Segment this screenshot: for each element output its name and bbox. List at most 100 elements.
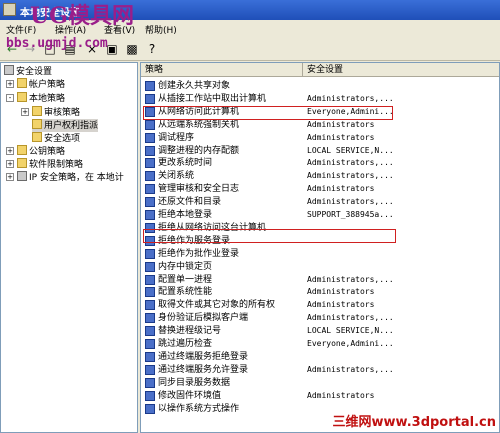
menu-file[interactable]: 文件(F) [6,23,36,36]
policy-setting: Administrators [307,119,375,129]
policy-icon [145,364,155,375]
table-row[interactable]: 内存中锁定页 [141,261,499,273]
table-row[interactable]: 调整进程的内存配额 LOCAL SERVICE,N... [141,145,499,157]
help-icon[interactable]: ? [144,41,160,57]
policy-setting: SUPPORT_388945a... [307,210,394,219]
menu-bar: 文件(F) 操作(A) 查看(V) 帮助(H) [0,20,500,37]
policy-name: 管理审核和安全日志 [158,184,240,195]
table-row[interactable]: 同步目录服务数据 [141,377,499,389]
policy-icon [145,287,155,298]
table-row[interactable]: 创建永久共享对象 [141,80,499,92]
table-row[interactable]: 配置单一进程 Administrators,... [141,274,499,286]
policy-setting: Administrators,... [307,313,394,323]
table-row[interactable]: 从插接工作站中取出计算机 Administrators,... [141,93,499,105]
tree-item-local-policies[interactable]: 本地策略 [17,92,65,105]
policy-icon [145,313,155,324]
export-icon[interactable]: ▩ [124,41,140,57]
table-row[interactable]: 拒绝作为批作业登录 [141,248,499,260]
table-row[interactable]: 管理审核和安全日志 Administrators [141,183,499,195]
table-row[interactable]: 关闭系统 Administrators,... [141,170,499,182]
policy-icon [145,403,155,414]
expand-icon[interactable]: + [6,147,14,155]
menu-view[interactable]: 查看(V) [104,23,135,36]
table-row[interactable]: 调试程序 Administrators [141,132,499,144]
policy-icon [145,171,155,182]
policy-name: 创建永久共享对象 [158,81,231,91]
tree-item-audit-policy[interactable]: 审核策略 [32,106,80,119]
expand-icon[interactable]: + [6,160,14,168]
policy-setting: Administrators [307,287,375,297]
table-row[interactable]: 取得文件或其它对象的所有权 Administrators [141,299,499,311]
tree-item-public-key[interactable]: 公钥策略 [17,145,65,158]
table-row[interactable]: 替换进程级记号 LOCAL SERVICE,N... [141,325,499,337]
table-row[interactable]: 更改系统时间 Administrators,... [141,157,499,169]
folder-icon [32,132,42,142]
expand-icon[interactable]: + [6,173,14,181]
column-header-policy[interactable]: 策略 [141,63,303,77]
tree-root[interactable]: 安全设置 [4,65,52,78]
tree-item-ip-security[interactable]: IP 安全策略，在 本地计 [17,171,124,184]
security-settings-icon [4,65,14,75]
policy-setting: Administrators,... [307,171,394,181]
expand-icon[interactable]: + [6,80,14,88]
console-tree: 安全设置 + 帐户策略 - 本地策略 + 审核策略 用户权利指派 安全选项 + … [0,62,138,433]
policy-setting: Administrators [307,390,375,400]
tree-item-software-restriction[interactable]: 软件限制策略 [17,158,83,171]
menu-help[interactable]: 帮助(H) [145,23,177,36]
folder-icon [17,145,27,155]
highlight-box [143,229,396,243]
policy-icon [145,132,155,143]
policy-name: 拒绝作为批作业登录 [158,248,240,259]
expand-icon[interactable]: + [21,108,29,116]
table-row[interactable]: 身份验证后模拟客户端 Administrators,... [141,312,499,324]
policy-icon [145,339,155,349]
policy-setting: Administrators,... [307,158,394,168]
policy-name: 调整进程的内存配额 [158,145,240,156]
tree-item-user-rights[interactable]: 用户权利指派 [32,119,99,132]
policy-icon [145,248,155,259]
policy-name: 调试程序 [158,132,195,143]
policy-name: 从远端系统强制关机 [158,119,240,130]
policy-name: 替换进程级记号 [158,326,222,337]
policy-name: 修改固件环境值 [158,390,222,401]
table-row[interactable]: 配置系统性能 Administrators [141,286,499,298]
folder-icon [32,106,42,116]
tree-item-account-policies[interactable]: 帐户策略 [17,78,65,91]
policy-icon [145,326,155,337]
collapse-icon[interactable]: - [6,94,14,102]
app-icon [3,3,16,16]
table-row[interactable]: 通过终端服务允许登录 Administrators,... [141,364,499,376]
watermark-url: bbs.ugmjd.com [6,36,108,51]
policy-setting: Administrators,... [307,93,394,103]
table-row[interactable]: 跳过遍历检查 Everyone,Admini... [141,338,499,350]
policy-name: 以操作系统方式操作 [158,403,240,414]
table-row[interactable]: 拒绝本地登录 SUPPORT_388945a... [141,209,499,221]
policy-name: 从插接工作站中取出计算机 [158,93,267,104]
table-row[interactable]: 从远端系统强制关机 Administrators [141,119,499,131]
ip-security-icon [17,171,27,181]
policy-icon [145,158,155,169]
policy-setting: Administrators,... [307,274,394,284]
policy-name: 还原文件和目录 [158,197,222,208]
policy-icon [145,184,155,195]
policy-icon [145,390,155,401]
policy-name: 内存中锁定页 [158,261,213,272]
column-header-setting[interactable]: 安全设置 [303,63,499,77]
policy-setting: Administrators,... [307,364,394,374]
policy-name: 配置系统性能 [158,287,213,298]
policy-name: 拒绝本地登录 [158,210,213,220]
policy-setting: Administrators,... [307,197,394,207]
policy-name: 通过终端服务允许登录 [158,364,249,375]
policy-name: 更改系统时间 [158,158,213,169]
folder-open-icon [32,119,42,129]
policy-name: 同步目录服务数据 [158,377,231,388]
policy-setting: Administrators [307,132,375,142]
table-row[interactable]: 还原文件和目录 Administrators,... [141,196,499,208]
policy-icon [145,210,155,220]
menu-action[interactable]: 操作(A) [55,23,86,36]
policy-icon [145,300,155,311]
table-row[interactable]: 修改固件环境值 Administrators [141,390,499,402]
table-row[interactable]: 通过终端服务拒绝登录 [141,351,499,363]
tree-item-security-options[interactable]: 安全选项 [32,132,80,145]
policy-name: 关闭系统 [158,171,195,182]
